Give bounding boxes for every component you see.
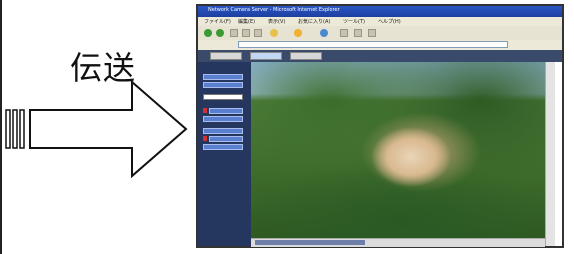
menu-bar: ファイル(F) 編集(E) 表示(V) お気に入り(A) ツール(T) ヘルプ(… [198,17,562,26]
menu-favorites[interactable]: お気に入り(A) [298,18,330,25]
sidebar-select[interactable] [203,94,243,100]
menu-view[interactable]: 表示(V) [268,18,285,25]
transfer-arrow-icon [5,80,188,179]
media-icon[interactable] [320,29,328,37]
sidebar-button-1[interactable] [203,74,243,80]
stop-icon[interactable] [230,29,238,37]
menu-edit[interactable]: 編集(E) [238,18,255,25]
favorites-icon[interactable] [294,29,302,37]
address-bar [198,40,562,50]
address-input[interactable] [238,41,508,48]
menu-help[interactable]: ヘルプ(H) [378,18,401,25]
browser-window: Network Camera Server - Microsoft Intern… [196,4,564,248]
history-icon[interactable] [340,29,348,37]
mail-icon[interactable] [354,29,362,37]
search-icon[interactable] [270,29,278,37]
sidebar-button-2[interactable] [203,82,243,88]
camera-live-image [251,62,545,238]
left-edge-line [0,0,2,254]
camera-page [198,50,562,247]
nav-logoff-button[interactable] [290,52,322,60]
nav-top-button[interactable] [210,52,242,60]
vertical-scrollbar[interactable] [545,62,555,246]
sidebar-button-6[interactable] [209,136,243,142]
sidebar-button-5[interactable] [203,128,243,134]
sidebar-button-7[interactable] [203,144,243,150]
sidebar-button-4[interactable] [203,116,243,122]
back-icon[interactable] [204,29,212,37]
window-titlebar: Network Camera Server - Microsoft Intern… [198,6,562,17]
home-icon[interactable] [254,29,262,37]
nav-live-button[interactable] [250,52,282,60]
menu-file[interactable]: ファイル(F) [204,18,231,25]
sidebar-button-3[interactable] [209,108,243,114]
top-navigation [198,50,562,62]
window-title: Network Camera Server - Microsoft Intern… [208,7,340,13]
sidebar-indicator-1 [203,108,207,113]
toolbar [198,26,562,41]
forward-icon[interactable] [216,29,224,37]
print-icon[interactable] [368,29,376,37]
horizontal-scrollbar[interactable] [251,238,545,247]
camera-sidebar [198,62,251,246]
horizontal-scroll-thumb[interactable] [255,240,365,245]
menu-tools[interactable]: ツール(T) [343,18,365,25]
refresh-icon[interactable] [242,29,250,37]
sidebar-indicator-2 [203,136,207,141]
